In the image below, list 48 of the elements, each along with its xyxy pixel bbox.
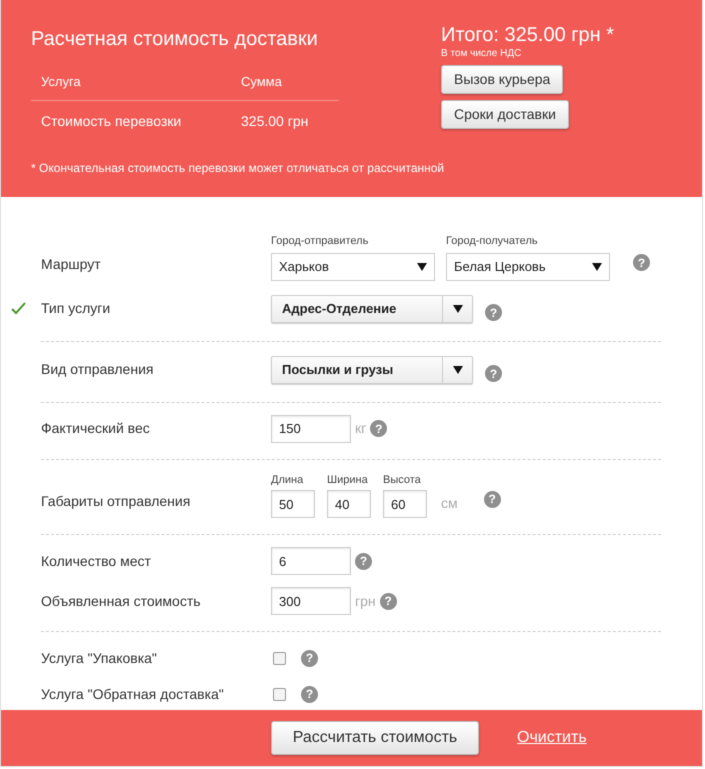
field-caption: Город-отправитель [271, 234, 370, 249]
field-label: Объявленная стоимость [41, 592, 202, 610]
panel-title: Расчетная стоимость доставки [31, 27, 319, 52]
checkbox[interactable] [273, 652, 286, 664]
field-label: Услуга "Обратная доставка" [41, 684, 225, 704]
field-caption: Высота [383, 472, 422, 488]
field-label: Количество мест [41, 552, 152, 570]
unit-label: грн [355, 592, 376, 611]
caret-icon [417, 262, 427, 270]
checkbox[interactable] [273, 688, 286, 700]
city-dropdown[interactable]: Белая Церковь [446, 252, 610, 280]
service-dropdown[interactable]: Посылки и грузы [271, 356, 473, 384]
field-label: Услуга "Упаковка" [41, 648, 158, 668]
caret-icon [592, 262, 602, 270]
table-cell-text: 325.00 грн [241, 112, 308, 131]
dropdown-value: Белая Церковь [454, 258, 546, 276]
field-label: Фактический вес [41, 419, 151, 438]
unit-label: см [441, 494, 458, 513]
service-dropdown[interactable]: Адрес-Отделение [271, 294, 473, 322]
vat-note: В том числе НДС [441, 47, 522, 61]
field-label: Вид отправления [41, 360, 154, 379]
input-field[interactable]: 60 [383, 490, 427, 518]
field-label: Габариты отправления [41, 492, 192, 511]
table-cell-text: Стоимость перевозки [41, 112, 182, 131]
caret-icon [452, 366, 462, 374]
field-label: Маршрут [41, 254, 102, 274]
input-field[interactable]: 50 [271, 490, 315, 518]
calculate-button[interactable]: Рассчитать стоимость [271, 721, 479, 755]
dropdown-value: Посылки и грузы [281, 360, 394, 379]
caret-icon [452, 304, 462, 312]
field-caption: Длина [271, 472, 304, 488]
action-button[interactable]: Вызов курьера [441, 65, 564, 94]
total-amount: Итого: 325.00 грн * [441, 24, 614, 46]
column-header: Сумма [241, 73, 282, 91]
field-label: Тип услуги [41, 299, 112, 318]
city-dropdown[interactable]: Харьков [271, 252, 435, 280]
input-field[interactable]: 6 [271, 547, 351, 575]
dropdown-value: Харьков [279, 258, 329, 276]
input-field[interactable]: 300 [271, 587, 351, 615]
field-caption: Ширина [327, 472, 369, 488]
field-caption: Город-получатель [446, 234, 539, 249]
input-field[interactable]: 40 [327, 490, 371, 518]
unit-label: кг [355, 419, 366, 438]
input-field[interactable]: 150 [271, 414, 351, 442]
footnote: * Окончательная стоимость перевозки может отличаться от рассчитанной [31, 160, 446, 177]
action-button[interactable]: Сроки доставки [441, 100, 569, 129]
dropdown-value: Адрес-Отделение [281, 300, 398, 318]
column-header: Услуга [41, 73, 82, 91]
